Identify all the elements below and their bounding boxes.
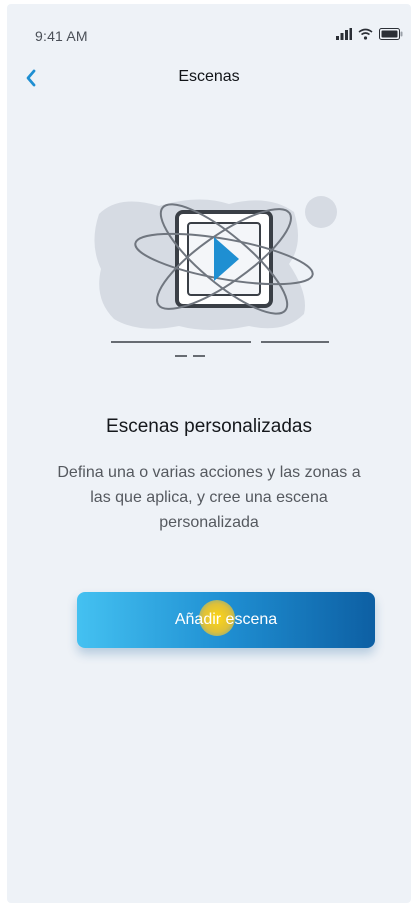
add-scene-button-label: Añadir escena <box>174 611 278 628</box>
play-scene-icon <box>94 196 337 357</box>
section-heading: Escenas personalizadas <box>106 416 312 437</box>
status-time: 9:41 AM <box>35 28 88 44</box>
status-icons <box>336 28 403 40</box>
wifi-icon <box>358 28 373 40</box>
signal-icon <box>336 28 352 40</box>
screen: 9:41 AM Escenas Escenas personalizadas D… <box>7 4 411 903</box>
add-scene-button[interactable]: Añadir escena <box>77 592 375 648</box>
battery-icon <box>379 28 403 40</box>
page-title: Escenas <box>178 68 240 85</box>
section-description: Defina una o varias acciones y las zonas… <box>57 464 361 531</box>
nav-bar: Escenas <box>7 56 411 100</box>
status-bar: 9:41 AM <box>7 4 411 56</box>
